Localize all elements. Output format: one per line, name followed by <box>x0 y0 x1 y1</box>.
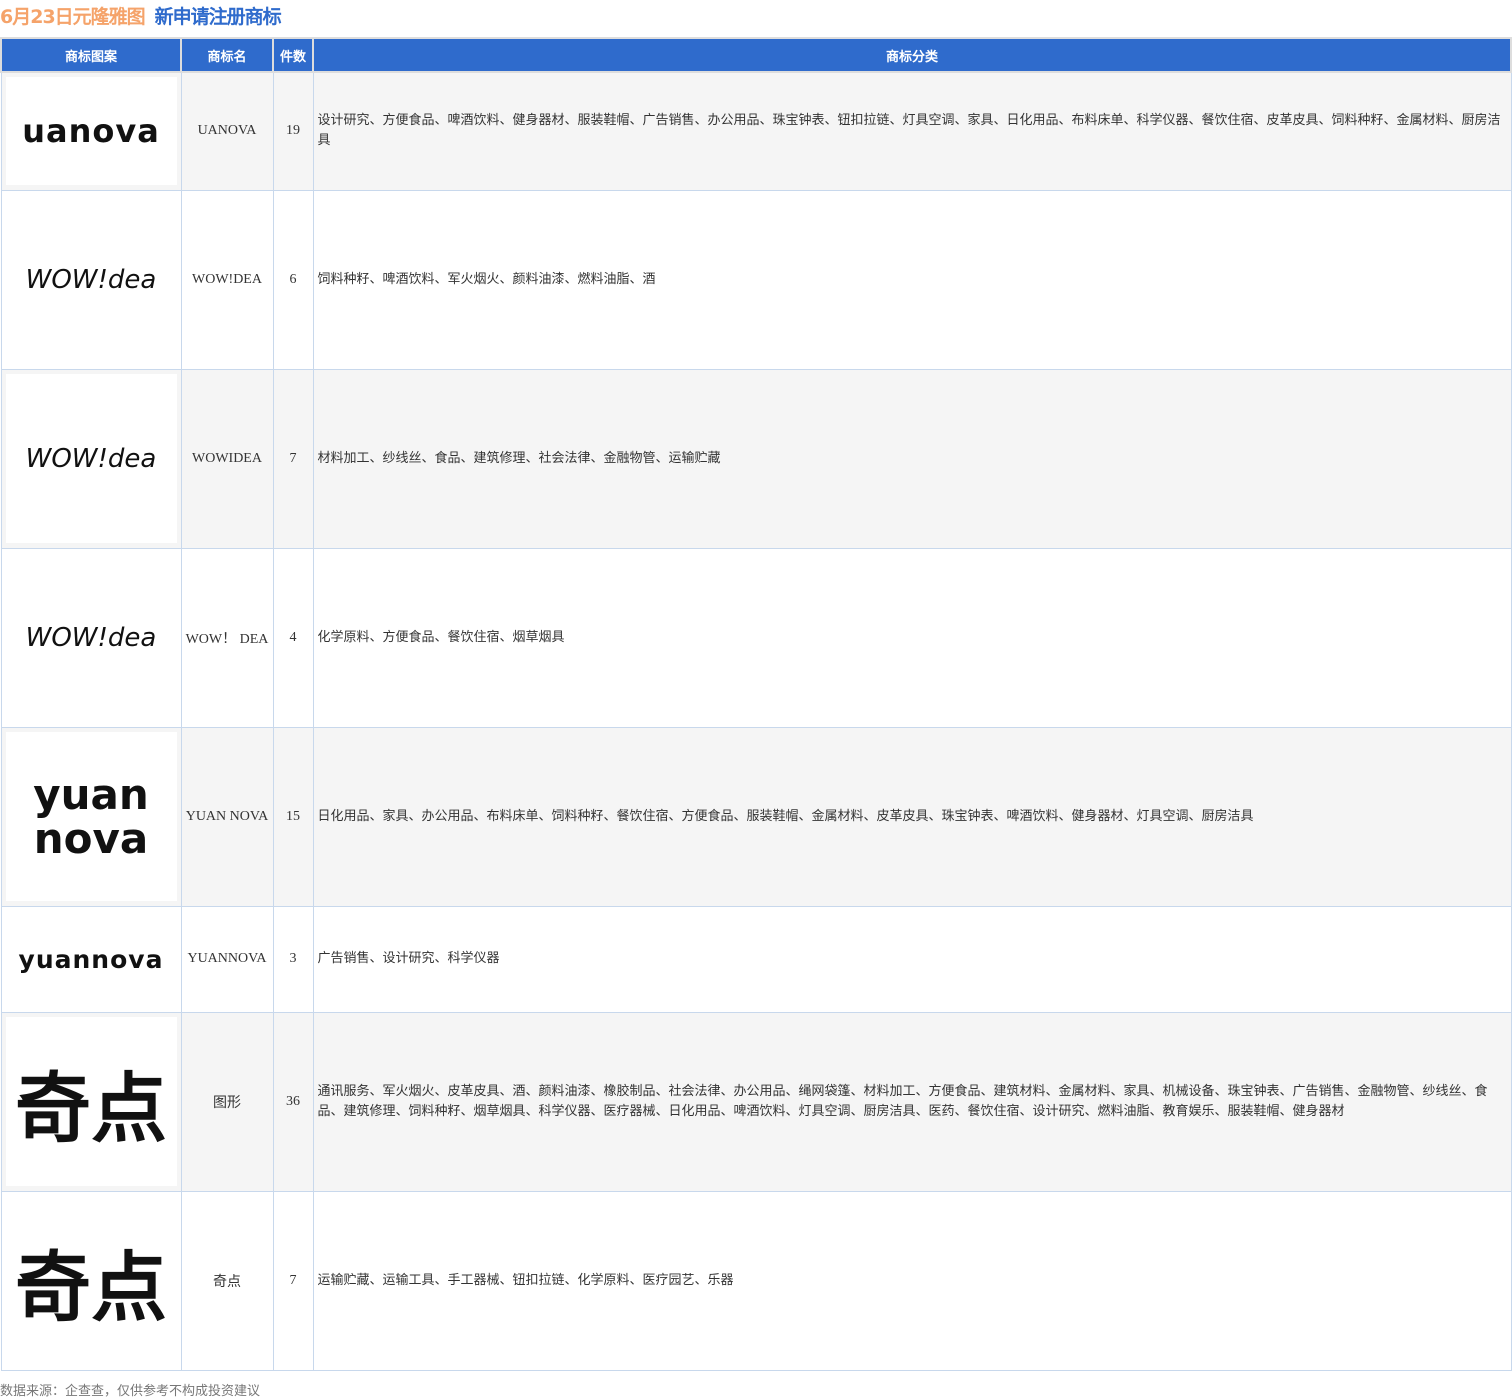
table-row: WOW!dea WOW！ DEA 4 化学原料、方便食品、餐饮住宿、烟草烟具 <box>0 547 1512 728</box>
header-name: 商标名 <box>180 37 274 73</box>
trademark-table: 商标图案 商标名 件数 商标分类 uanova UANOVA 19 设计研究、方… <box>0 37 1512 1371</box>
trademark-logo-image: 奇点 <box>5 1196 177 1365</box>
trademark-logo-image: 奇点 <box>5 1017 177 1186</box>
trademark-logo-image: uanova <box>5 77 177 186</box>
table-row: WOW!dea WOWIDEA 7 材料加工、纱线丝、食品、建筑修理、社会法律、… <box>0 368 1512 549</box>
trademark-name: WOWIDEA <box>180 368 274 549</box>
trademark-count: 3 <box>272 905 314 1013</box>
header-classes: 商标分类 <box>312 37 1512 73</box>
header-logo: 商标图案 <box>0 37 182 73</box>
trademark-logo-cell: yuannova <box>0 905 182 1013</box>
trademark-name: YUAN NOVA <box>180 726 274 907</box>
header-count: 件数 <box>272 37 314 73</box>
trademark-logo-image: yuan nova <box>5 732 177 901</box>
trademark-name: WOW！ DEA <box>180 547 274 728</box>
trademark-count: 15 <box>272 726 314 907</box>
trademark-logo-cell: WOW!dea <box>0 368 182 549</box>
trademark-logo-cell: yuan nova <box>0 726 182 907</box>
trademark-classes: 运输贮藏、运输工具、手工器械、钮扣拉链、化学原料、医疗园艺、乐器 <box>312 1190 1512 1371</box>
trademark-logo-cell: 奇点 <box>0 1011 182 1192</box>
trademark-classes: 通讯服务、军火烟火、皮革皮具、酒、颜料油漆、橡胶制品、社会法律、办公用品、绳网袋… <box>312 1011 1512 1192</box>
table-row: yuan nova YUAN NOVA 15 日化用品、家具、办公用品、布料床单… <box>0 726 1512 907</box>
trademark-logo-image: WOW!dea <box>5 553 177 722</box>
trademark-count: 19 <box>272 71 314 191</box>
table-row: 奇点 图形 36 通讯服务、军火烟火、皮革皮具、酒、颜料油漆、橡胶制品、社会法律… <box>0 1011 1512 1192</box>
trademark-classes: 设计研究、方便食品、啤酒饮料、健身器材、服装鞋帽、广告销售、办公用品、珠宝钟表、… <box>312 71 1512 191</box>
data-source-note: 数据来源：企查查，仅供参考不构成投资建议 <box>0 1384 261 1399</box>
trademark-name: YUANNOVA <box>180 905 274 1013</box>
trademark-classes: 广告销售、设计研究、科学仪器 <box>312 905 1512 1013</box>
page-title: 6月23日元隆雅图 新申请注册商标 <box>0 6 282 28</box>
trademark-classes: 材料加工、纱线丝、食品、建筑修理、社会法律、金融物管、运输贮藏 <box>312 368 1512 549</box>
table-row: WOW!dea WOW!DEA 6 饲料种籽、啤酒饮料、军火烟火、颜料油漆、燃料… <box>0 189 1512 370</box>
trademark-count: 4 <box>272 547 314 728</box>
table-row: 奇点 奇点 7 运输贮藏、运输工具、手工器械、钮扣拉链、化学原料、医疗园艺、乐器 <box>0 1190 1512 1371</box>
trademark-logo-image: WOW!dea <box>5 374 177 543</box>
trademark-classes: 饲料种籽、啤酒饮料、军火烟火、颜料油漆、燃料油脂、酒 <box>312 189 1512 370</box>
trademark-name: 奇点 <box>180 1190 274 1371</box>
table-row: uanova UANOVA 19 设计研究、方便食品、啤酒饮料、健身器材、服装鞋… <box>0 71 1512 191</box>
trademark-name: UANOVA <box>180 71 274 191</box>
trademark-count: 6 <box>272 189 314 370</box>
trademark-logo-cell: uanova <box>0 71 182 191</box>
table-row: yuannova YUANNOVA 3 广告销售、设计研究、科学仪器 <box>0 905 1512 1013</box>
trademark-count: 7 <box>272 1190 314 1371</box>
trademark-logo-cell: WOW!dea <box>0 547 182 728</box>
trademark-classes: 日化用品、家具、办公用品、布料床单、饲料种籽、餐饮住宿、方便食品、服装鞋帽、金属… <box>312 726 1512 907</box>
trademark-name: 图形 <box>180 1011 274 1192</box>
trademark-classes: 化学原料、方便食品、餐饮住宿、烟草烟具 <box>312 547 1512 728</box>
trademark-logo-cell: WOW!dea <box>0 189 182 370</box>
trademark-count: 36 <box>272 1011 314 1192</box>
trademark-logo-cell: 奇点 <box>0 1190 182 1371</box>
trademark-logo-image: yuannova <box>5 911 177 1007</box>
trademark-logo-image: WOW!dea <box>5 195 177 364</box>
trademark-count: 7 <box>272 368 314 549</box>
trademark-name: WOW!DEA <box>180 189 274 370</box>
